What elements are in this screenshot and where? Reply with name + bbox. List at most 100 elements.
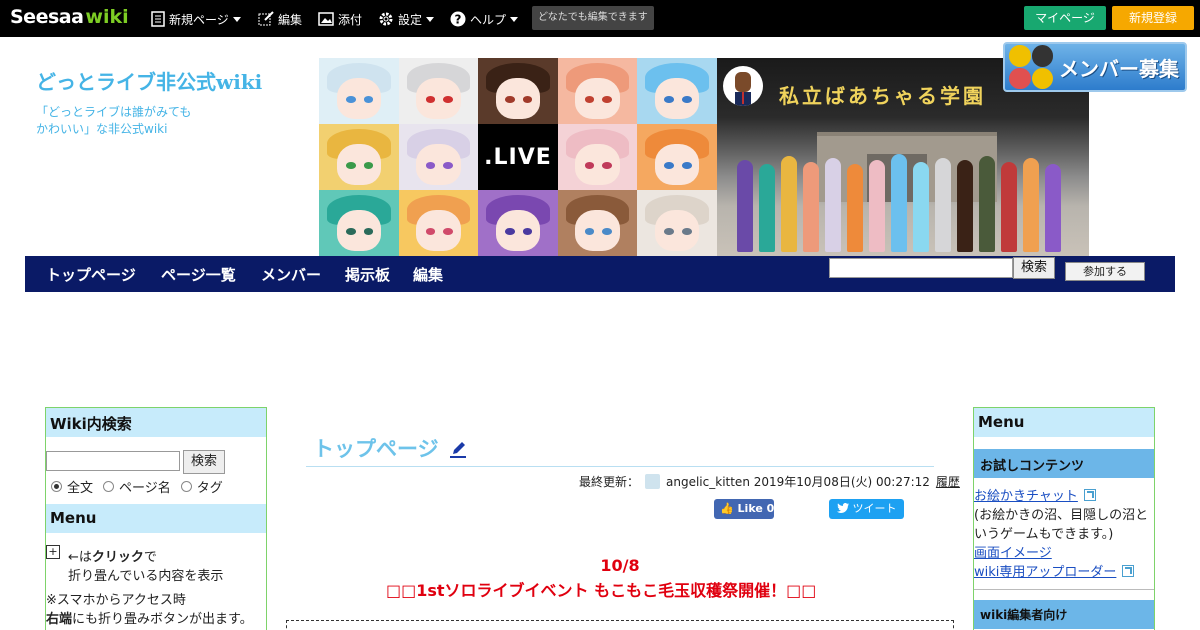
screen-image-link[interactable]: 画面イメージ — [974, 542, 1052, 561]
mypage-button[interactable]: マイページ — [1024, 6, 1106, 30]
banner-character-tile — [557, 124, 638, 190]
radio-page-name[interactable]: ページ名 — [103, 477, 171, 496]
group-character — [891, 154, 907, 252]
smartphone-hint-line1: ※スマホからアクセス時 — [46, 593, 186, 608]
twitter-bird-icon — [837, 503, 849, 513]
radio-selected-icon — [51, 481, 62, 492]
right-menu-heading: Menu — [974, 408, 1154, 437]
seesaa-wiki-logo[interactable]: Seesaa wiki — [10, 6, 129, 30]
title-divider — [306, 466, 934, 467]
gear-icon — [379, 12, 393, 26]
event-title: □□1stソロライブイベント もこもこ毛玉収穫祭開催！□□ — [386, 581, 817, 600]
banner-character-tile — [319, 124, 399, 190]
pencil-edit-icon[interactable] — [449, 442, 466, 458]
page-title: トップページ — [313, 433, 466, 463]
edit-menu[interactable]: 編集 — [258, 9, 302, 29]
attach-label: 添付 — [338, 12, 363, 27]
member-banner: .LIVE — [319, 58, 717, 256]
nav-search-input[interactable] — [829, 258, 1013, 278]
new-page-menu[interactable]: 新規ページ — [151, 9, 241, 29]
banner-character-tile — [557, 58, 638, 124]
banner-character-tile — [557, 190, 638, 256]
nav-item-board[interactable]: 掲示板 — [345, 264, 390, 285]
edit-label: 編集 — [278, 12, 303, 27]
group-character — [781, 156, 797, 252]
group-character — [825, 158, 841, 252]
register-button[interactable]: 新規登録 — [1112, 6, 1194, 30]
smartphone-hint-right-end: 右端 — [46, 612, 73, 627]
banner-character-tile — [319, 190, 399, 256]
radio-full-text[interactable]: 全文 — [51, 477, 93, 496]
image-icon — [318, 12, 334, 26]
tweet-button[interactable]: ツイート — [829, 499, 904, 519]
wiki-search-input[interactable] — [46, 451, 180, 471]
last-updated-label: 最終更新： — [579, 475, 640, 489]
external-link-icon — [1122, 564, 1135, 577]
group-character — [803, 162, 819, 252]
nav-item-edit[interactable]: 編集 — [413, 264, 443, 285]
group-character — [913, 162, 929, 252]
settings-menu[interactable]: 設定 — [378, 9, 435, 29]
wiki-uploader-link[interactable]: wiki専用アップローダー — [974, 561, 1135, 580]
logo-wiki-text: wiki — [85, 6, 129, 28]
facebook-like-button[interactable]: 👍 Like 0 — [714, 499, 774, 519]
site-title[interactable]: どっとライブ非公式wiki — [36, 66, 262, 95]
group-character — [759, 164, 775, 252]
group-character — [935, 158, 951, 252]
sidebar-divider — [974, 589, 1154, 590]
smartphone-hint-line2: 右端にも折り畳みボタンが出ます。 — [46, 608, 253, 627]
new-page-label: 新規ページ — [169, 12, 229, 27]
last-updated-user[interactable]: angelic_kitten — [666, 475, 750, 489]
smartphone-hint-rest: にも折り畳みボタンが出ます。 — [72, 612, 253, 627]
banner-character-tile — [478, 58, 558, 124]
facebook-like-label: Like 0 — [737, 502, 775, 515]
left-sidebar: Wiki内検索 検索 全文 ページ名 タグ Menu + ←はクリックで 折り畳… — [45, 407, 267, 630]
member-faces-icon — [1009, 45, 1053, 89]
content-box — [286, 620, 954, 630]
drawing-chat-link-text: お絵かきチャット — [974, 489, 1078, 504]
last-updated-time: 2019年10月08日(火) 00:27:12 — [753, 475, 930, 489]
group-character — [869, 160, 885, 252]
group-character — [737, 160, 753, 252]
group-character — [1023, 158, 1039, 252]
banner-character-tile — [637, 58, 717, 124]
site-description-line1: 「どっとライブは誰がみても — [36, 105, 192, 119]
radio-tag-label: タグ — [196, 481, 223, 496]
wiki-search-button[interactable]: 検索 — [183, 450, 225, 474]
nav-item-members[interactable]: メンバー — [261, 264, 321, 285]
group-character — [957, 160, 973, 252]
edit-icon — [258, 11, 274, 26]
banner-character-tile — [478, 190, 558, 256]
horse-mask-avatar — [723, 66, 763, 106]
group-character — [1045, 164, 1061, 252]
drawing-chat-link[interactable]: お絵かきチャット — [974, 485, 1096, 504]
document-icon — [151, 11, 165, 27]
nav-item-page-list[interactable]: ページ一覧 — [161, 264, 236, 285]
group-character — [979, 156, 995, 252]
menu-heading: Menu — [46, 504, 266, 533]
page-title-text: トップページ — [313, 437, 439, 461]
radio-unselected-icon — [103, 481, 115, 492]
history-link[interactable]: 履歴 — [936, 473, 960, 490]
nav-search-button[interactable]: 検索 — [1013, 257, 1055, 279]
help-menu[interactable]: ? ヘルプ — [450, 9, 519, 29]
tweet-label: ツイート — [852, 502, 897, 515]
nav-item-top-page[interactable]: トップページ — [46, 264, 136, 285]
banner-character-tile — [637, 124, 717, 190]
member-recruit-text: メンバー募集 — [1059, 56, 1179, 81]
radio-full-text-label: 全文 — [67, 481, 94, 496]
top-bar: Seesaa wiki 新規ページ 編集 添付 設定 ? ヘルプ どなたでも編集… — [0, 0, 1200, 37]
attach-menu[interactable]: 添付 — [318, 9, 362, 29]
help-label: ヘルプ — [470, 12, 507, 27]
radio-tag[interactable]: タグ — [180, 477, 223, 496]
radio-unselected-icon — [180, 481, 192, 492]
site-description-line2: かわいい」な非公式wiki — [36, 122, 168, 136]
settings-label: 設定 — [398, 12, 423, 27]
anyone-can-edit-badge: どなたでも編集できます — [532, 6, 654, 30]
chevron-down-icon — [426, 16, 435, 22]
member-recruit-banner[interactable]: メンバー募集 — [1003, 42, 1187, 92]
drawing-chat-desc-line2: いうゲームもできます。) — [974, 527, 1114, 542]
thumbs-up-icon: 👍 — [720, 502, 734, 515]
external-link-icon — [1083, 488, 1096, 501]
join-button[interactable]: 参加する — [1065, 262, 1145, 281]
